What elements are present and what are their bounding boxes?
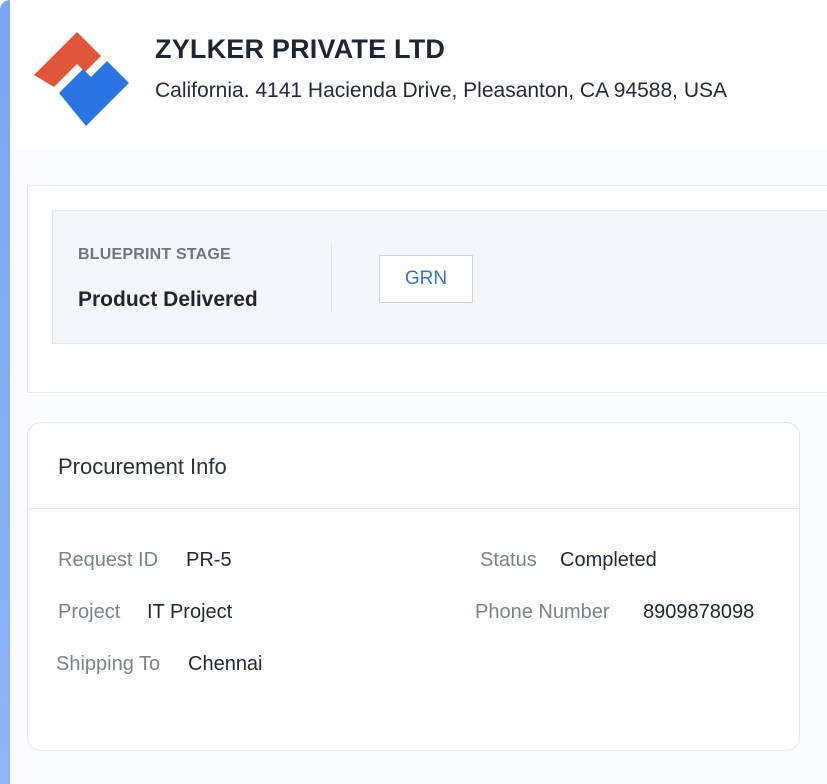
company-logo-icon [34,32,129,126]
status-label: Status [480,549,537,571]
company-name: ZYLKER PRIVATE LTD [155,34,446,64]
grn-button[interactable]: GRN [379,255,473,303]
blueprint-stage-value: Product Delivered [78,288,258,311]
procurement-info-card: Procurement Info Request ID PR-5 Status … [27,422,800,751]
phone-number-label: Phone Number [475,601,610,623]
company-header: ZYLKER PRIVATE LTD California. 4141 Haci… [10,0,827,150]
project-label: Project [58,601,121,623]
status-value: Completed [560,549,657,571]
blueprint-stage-label: BLUEPRINT STAGE [78,246,231,263]
window-left-accent [0,0,10,784]
request-id-value: PR-5 [186,549,232,571]
request-id-label: Request ID [58,549,159,571]
phone-number-value: 8909878098 [643,601,755,623]
procurement-info-title: Procurement Info [58,454,227,479]
card-divider [28,508,799,509]
project-value: IT Project [147,601,233,623]
company-address: California. 4141 Hacienda Drive, Pleasan… [155,79,728,102]
blueprint-divider [331,243,332,312]
page: ZYLKER PRIVATE LTD California. 4141 Haci… [10,0,827,784]
shipping-to-value: Chennai [188,653,263,675]
shipping-to-label: Shipping To [56,653,161,675]
